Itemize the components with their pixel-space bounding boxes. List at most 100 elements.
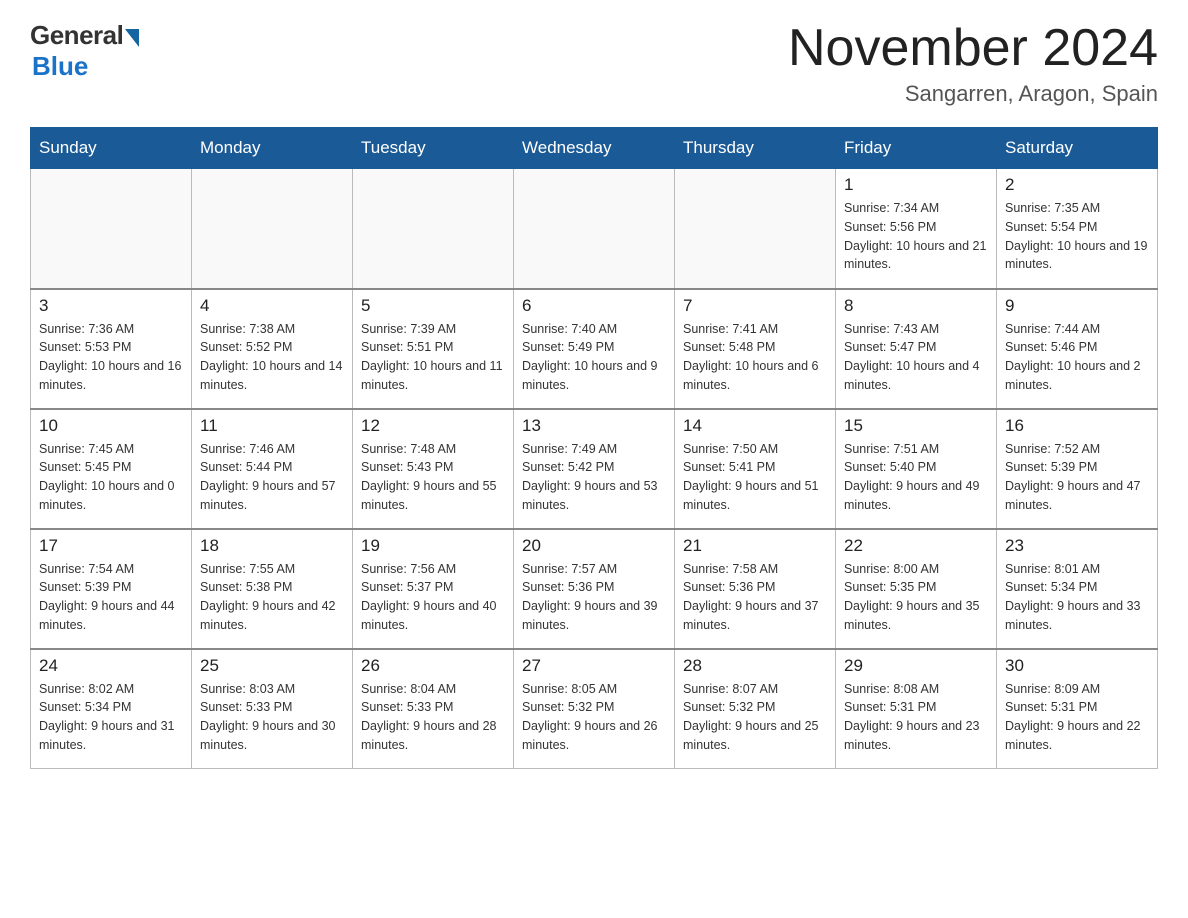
calendar-header-row: SundayMondayTuesdayWednesdayThursdayFrid… (31, 128, 1158, 169)
calendar-cell: 25 Sunrise: 8:03 AMSunset: 5:33 PMDayligh… (192, 649, 353, 769)
day-info: Sunrise: 7:44 AMSunset: 5:46 PMDaylight:… (1005, 320, 1149, 395)
logo-blue-text: Blue (32, 51, 88, 82)
day-info: Sunrise: 7:55 AMSunset: 5:38 PMDaylight:… (200, 560, 344, 635)
day-info: Sunrise: 7:39 AMSunset: 5:51 PMDaylight:… (361, 320, 505, 395)
day-number: 13 (522, 416, 666, 436)
day-info: Sunrise: 7:40 AMSunset: 5:49 PMDaylight:… (522, 320, 666, 395)
weekday-header-saturday: Saturday (997, 128, 1158, 169)
calendar-cell: 8Sunrise: 7:43 AMSunset: 5:47 PMDaylight… (836, 289, 997, 409)
day-number: 30 (1005, 656, 1149, 676)
calendar-cell: 11 Sunrise: 7:46 AMSunset: 5:44 PMDayligh… (192, 409, 353, 529)
logo-arrow-icon (125, 29, 139, 47)
day-number: 15 (844, 416, 988, 436)
calendar-cell: 24Sunrise: 8:02 AMSunset: 5:34 PMDayligh… (31, 649, 192, 769)
day-info: Sunrise: 7:51 AMSunset: 5:40 PMDaylight:… (844, 440, 988, 515)
day-number: 10 (39, 416, 183, 436)
day-number: 6 (522, 296, 666, 316)
day-info: Sunrise: 8:02 AMSunset: 5:34 PMDaylight:… (39, 680, 183, 755)
calendar-cell: 1 Sunrise: 7:34 AMSunset: 5:56 PMDaylight… (836, 169, 997, 289)
day-number: 2 (1005, 175, 1149, 195)
calendar-cell: 20 Sunrise: 7:57 AMSunset: 5:36 PMDayligh… (514, 529, 675, 649)
calendar-cell: 12Sunrise: 7:48 AMSunset: 5:43 PMDayligh… (353, 409, 514, 529)
page-header: General Blue November 2024 Sangarren, Ar… (30, 20, 1158, 107)
day-info: Sunrise: 8:00 AMSunset: 5:35 PMDaylight:… (844, 560, 988, 635)
calendar-cell (675, 169, 836, 289)
logo: General Blue (30, 20, 139, 82)
location: Sangarren, Aragon, Spain (788, 81, 1158, 107)
calendar-cell: 29 Sunrise: 8:08 AMSunset: 5:31 PMDayligh… (836, 649, 997, 769)
day-info: Sunrise: 8:07 AMSunset: 5:32 PMDaylight:… (683, 680, 827, 755)
weekday-header-friday: Friday (836, 128, 997, 169)
calendar-cell: 13 Sunrise: 7:49 AMSunset: 5:42 PMDayligh… (514, 409, 675, 529)
calendar-cell: 9Sunrise: 7:44 AMSunset: 5:46 PMDaylight… (997, 289, 1158, 409)
day-info: Sunrise: 7:58 AMSunset: 5:36 PMDaylight:… (683, 560, 827, 635)
day-number: 29 (844, 656, 988, 676)
day-info: Sunrise: 7:54 AMSunset: 5:39 PMDaylight:… (39, 560, 183, 635)
logo-general-text: General (30, 20, 123, 51)
calendar-cell: 5 Sunrise: 7:39 AMSunset: 5:51 PMDaylight… (353, 289, 514, 409)
day-info: Sunrise: 7:48 AMSunset: 5:43 PMDaylight:… (361, 440, 505, 515)
calendar-cell: 3Sunrise: 7:36 AMSunset: 5:53 PMDaylight… (31, 289, 192, 409)
day-number: 11 (200, 416, 344, 436)
calendar-cell: 16Sunrise: 7:52 AMSunset: 5:39 PMDayligh… (997, 409, 1158, 529)
calendar-cell: 15 Sunrise: 7:51 AMSunset: 5:40 PMDayligh… (836, 409, 997, 529)
day-info: Sunrise: 7:49 AMSunset: 5:42 PMDaylight:… (522, 440, 666, 515)
day-number: 18 (200, 536, 344, 556)
day-info: Sunrise: 8:09 AMSunset: 5:31 PMDaylight:… (1005, 680, 1149, 755)
calendar-cell: 17Sunrise: 7:54 AMSunset: 5:39 PMDayligh… (31, 529, 192, 649)
day-number: 25 (200, 656, 344, 676)
day-info: Sunrise: 8:01 AMSunset: 5:34 PMDaylight:… (1005, 560, 1149, 635)
weekday-header-tuesday: Tuesday (353, 128, 514, 169)
weekday-header-wednesday: Wednesday (514, 128, 675, 169)
day-number: 4 (200, 296, 344, 316)
calendar-week-row: 1 Sunrise: 7:34 AMSunset: 5:56 PMDaylight… (31, 169, 1158, 289)
calendar-week-row: 3Sunrise: 7:36 AMSunset: 5:53 PMDaylight… (31, 289, 1158, 409)
calendar-cell: 14 Sunrise: 7:50 AMSunset: 5:41 PMDayligh… (675, 409, 836, 529)
day-info: Sunrise: 8:03 AMSunset: 5:33 PMDaylight:… (200, 680, 344, 755)
calendar-cell: 22Sunrise: 8:00 AMSunset: 5:35 PMDayligh… (836, 529, 997, 649)
day-number: 20 (522, 536, 666, 556)
header-right: November 2024 Sangarren, Aragon, Spain (788, 20, 1158, 107)
day-number: 23 (1005, 536, 1149, 556)
day-number: 28 (683, 656, 827, 676)
calendar-week-row: 17Sunrise: 7:54 AMSunset: 5:39 PMDayligh… (31, 529, 1158, 649)
day-info: Sunrise: 7:50 AMSunset: 5:41 PMDaylight:… (683, 440, 827, 515)
day-number: 3 (39, 296, 183, 316)
calendar-cell: 23 Sunrise: 8:01 AMSunset: 5:34 PMDayligh… (997, 529, 1158, 649)
calendar-cell: 6 Sunrise: 7:40 AMSunset: 5:49 PMDaylight… (514, 289, 675, 409)
calendar-cell: 27 Sunrise: 8:05 AMSunset: 5:32 PMDayligh… (514, 649, 675, 769)
calendar-cell: 26Sunrise: 8:04 AMSunset: 5:33 PMDayligh… (353, 649, 514, 769)
weekday-header-thursday: Thursday (675, 128, 836, 169)
month-title: November 2024 (788, 20, 1158, 77)
calendar-cell: 7 Sunrise: 7:41 AMSunset: 5:48 PMDaylight… (675, 289, 836, 409)
day-number: 21 (683, 536, 827, 556)
calendar-cell: 30 Sunrise: 8:09 AMSunset: 5:31 PMDayligh… (997, 649, 1158, 769)
calendar-cell: 28 Sunrise: 8:07 AMSunset: 5:32 PMDayligh… (675, 649, 836, 769)
day-number: 1 (844, 175, 988, 195)
calendar-table: SundayMondayTuesdayWednesdayThursdayFrid… (30, 127, 1158, 769)
calendar-cell (514, 169, 675, 289)
calendar-cell: 18 Sunrise: 7:55 AMSunset: 5:38 PMDayligh… (192, 529, 353, 649)
calendar-cell (192, 169, 353, 289)
calendar-cell: 21 Sunrise: 7:58 AMSunset: 5:36 PMDayligh… (675, 529, 836, 649)
day-info: Sunrise: 7:35 AMSunset: 5:54 PMDaylight:… (1005, 199, 1149, 274)
day-number: 7 (683, 296, 827, 316)
day-info: Sunrise: 8:05 AMSunset: 5:32 PMDaylight:… (522, 680, 666, 755)
day-number: 14 (683, 416, 827, 436)
day-number: 16 (1005, 416, 1149, 436)
calendar-week-row: 24Sunrise: 8:02 AMSunset: 5:34 PMDayligh… (31, 649, 1158, 769)
weekday-header-sunday: Sunday (31, 128, 192, 169)
day-info: Sunrise: 8:08 AMSunset: 5:31 PMDaylight:… (844, 680, 988, 755)
day-info: Sunrise: 7:56 AMSunset: 5:37 PMDaylight:… (361, 560, 505, 635)
day-info: Sunrise: 7:57 AMSunset: 5:36 PMDaylight:… (522, 560, 666, 635)
day-info: Sunrise: 7:46 AMSunset: 5:44 PMDaylight:… (200, 440, 344, 515)
day-number: 5 (361, 296, 505, 316)
calendar-cell: 2 Sunrise: 7:35 AMSunset: 5:54 PMDaylight… (997, 169, 1158, 289)
weekday-header-monday: Monday (192, 128, 353, 169)
day-info: Sunrise: 7:41 AMSunset: 5:48 PMDaylight:… (683, 320, 827, 395)
day-info: Sunrise: 7:38 AMSunset: 5:52 PMDaylight:… (200, 320, 344, 395)
calendar-cell: 10Sunrise: 7:45 AMSunset: 5:45 PMDayligh… (31, 409, 192, 529)
day-number: 19 (361, 536, 505, 556)
day-number: 27 (522, 656, 666, 676)
day-info: Sunrise: 7:34 AMSunset: 5:56 PMDaylight:… (844, 199, 988, 274)
